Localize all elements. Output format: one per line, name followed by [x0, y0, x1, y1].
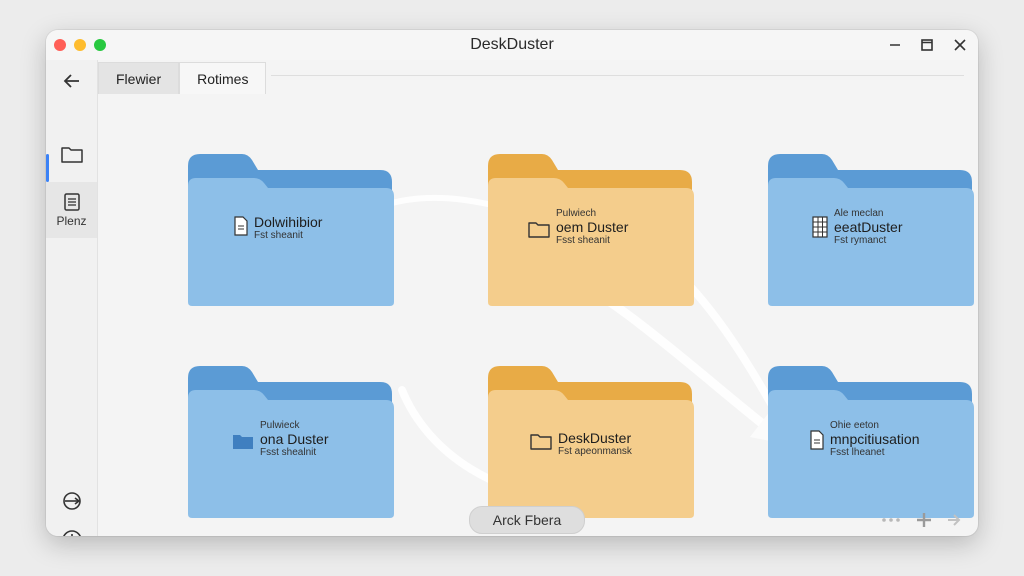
minimize-button[interactable]	[884, 34, 906, 56]
close-button[interactable]	[949, 34, 971, 56]
clock-icon	[62, 530, 81, 536]
maximize-icon	[921, 39, 933, 51]
folder-caption: Ale meclan	[834, 208, 884, 219]
maximize-button[interactable]	[916, 34, 938, 56]
window-title: DeskDuster	[470, 36, 554, 53]
arrow-right-icon	[948, 514, 961, 526]
folder-subtitle: Fsst shealnit	[260, 447, 317, 458]
folder-label: DeskDuster Fst apeonmansk	[530, 430, 632, 457]
close-icon	[954, 39, 966, 51]
sidebar-item-history[interactable]	[46, 522, 97, 536]
more-button[interactable]	[880, 508, 902, 532]
sync-icon	[62, 492, 81, 510]
folder-subtitle: Fsst lheanet	[830, 447, 885, 458]
title-bar: DeskDuster	[46, 30, 978, 60]
document-icon	[234, 216, 248, 236]
folder-filled-icon	[232, 432, 254, 450]
back-button[interactable]	[46, 64, 97, 98]
app-window: DeskDuster Plenz Flewier Rotimes Dolwihi…	[46, 30, 978, 536]
tab-flewier[interactable]: Flewier	[98, 62, 180, 94]
folder-name: DeskDuster	[558, 430, 632, 446]
folder-caption: Ohie eeton	[830, 420, 879, 431]
sidebar: Plenz	[46, 60, 98, 536]
folder-outline-icon	[530, 432, 552, 450]
next-button[interactable]	[944, 508, 964, 532]
folder-name: mnpcitiusation	[830, 431, 920, 447]
spreadsheet-icon	[812, 216, 828, 238]
list-document-icon	[63, 193, 80, 211]
folder-card[interactable]: Dolwihibior Fst sheanit	[186, 152, 396, 306]
bottom-action-pill[interactable]: Arck Fbera	[469, 506, 585, 534]
folder-grid: Dolwihibior Fst sheanit Pulwiech oem Dus…	[98, 94, 978, 536]
folder-name: oem Duster	[556, 219, 629, 235]
folder-card[interactable]: Ale meclan eeatDuster Fst rymanct	[766, 152, 976, 306]
folder-label: Pulwiech oem Duster Fsst sheanit	[528, 208, 628, 246]
more-dots-icon	[882, 518, 900, 522]
folder-subtitle: Fst apeonmansk	[558, 446, 632, 457]
folder-subtitle: Fsst sheanit	[556, 235, 610, 246]
minimize-icon	[890, 44, 900, 46]
folder-name: eeatDuster	[834, 219, 903, 235]
add-button[interactable]	[913, 508, 935, 532]
folder-label: Dolwihibior Fst sheanit	[234, 214, 322, 241]
folder-card[interactable]: Ohie eeton mnpcitiusation Fsst lheanet	[766, 364, 976, 518]
plus-icon	[917, 513, 931, 527]
sidebar-item-folders[interactable]	[46, 136, 97, 172]
folder-name: Dolwihibior	[254, 214, 323, 230]
tab-bar: Flewier Rotimes	[98, 62, 267, 94]
folder-card[interactable]: Pulwiech oem Duster Fsst sheanit	[486, 152, 696, 306]
sidebar-item-plenz[interactable]: Plenz	[46, 182, 97, 238]
folder-label: Ale meclan eeatDuster Fst rymanct	[812, 208, 902, 246]
folder-subtitle: Fst rymanct	[834, 235, 887, 246]
tab-rotimes[interactable]: Rotimes	[179, 62, 267, 94]
folder-card[interactable]: Pulwieck ona Duster Fsst shealnit	[186, 364, 396, 518]
folder-card[interactable]: DeskDuster Fst apeonmansk	[486, 364, 696, 518]
folder-label: Ohie eeton mnpcitiusation Fsst lheanet	[810, 420, 920, 458]
document-icon	[810, 430, 824, 450]
folder-outline-icon	[528, 220, 550, 238]
arrow-left-icon	[63, 74, 79, 88]
tab-divider	[271, 75, 964, 76]
folder-caption: Pulwiech	[556, 208, 597, 219]
folder-icon	[60, 147, 83, 163]
folder-name: ona Duster	[260, 431, 329, 447]
folder-label: Pulwieck ona Duster Fsst shealnit	[232, 420, 328, 458]
folder-caption: Pulwieck	[260, 420, 300, 431]
sidebar-item-label: Plenz	[56, 214, 87, 228]
sidebar-item-sync[interactable]	[46, 484, 97, 518]
folder-subtitle: Fst sheanit	[254, 230, 303, 241]
